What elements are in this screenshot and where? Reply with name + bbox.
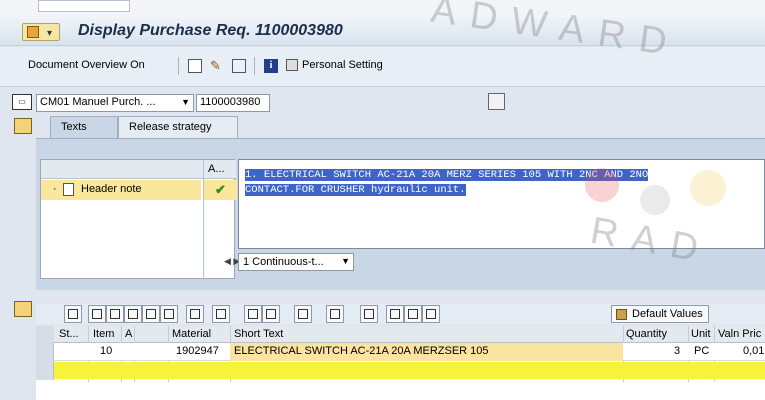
document-icon	[63, 183, 74, 196]
document-type-select[interactable]: CM01 Manuel Purch. ... ▼	[36, 94, 194, 112]
item-grid-toolbar: Default Values	[36, 304, 765, 324]
document-type-value: CM01 Manuel Purch. ...	[40, 96, 156, 108]
views-icon[interactable]	[262, 305, 280, 323]
collapse-header-icon[interactable]	[14, 118, 32, 134]
table-header: St... Item A Material Short Text Quantit…	[36, 326, 765, 343]
display-change-icon[interactable]	[232, 59, 246, 73]
header-material[interactable]: Material	[172, 328, 211, 340]
sap-menu-icon	[27, 26, 39, 38]
unit-cell[interactable]: PC	[694, 345, 709, 357]
header-short-text[interactable]: Short Text	[234, 328, 283, 340]
settings-icon	[616, 309, 627, 320]
editor-text: 1. ELECTRICAL SWITCH AC-21A 20A MERZ SER…	[245, 168, 745, 198]
header-status[interactable]: St...	[59, 328, 79, 340]
header-a[interactable]: A	[125, 328, 132, 340]
format-value: 1 Continuous-t...	[243, 256, 324, 268]
default-values-button[interactable]: Default Values	[611, 305, 709, 323]
column-header: A...	[204, 160, 236, 179]
split-icon[interactable]	[404, 305, 422, 323]
document-number-field[interactable]: 1100003980	[196, 94, 270, 112]
checkmark-icon: ✔	[204, 180, 237, 200]
tree-item-header-note[interactable]: · Header note	[41, 180, 201, 200]
header-item[interactable]: Item	[93, 328, 114, 340]
tree-item-label: Header note	[81, 183, 142, 195]
texts-panel: · Header note A... ✔ 1. ELECTRICAL SWITC…	[36, 138, 765, 290]
layout-icon[interactable]	[326, 305, 344, 323]
format-select[interactable]: 1 Continuous-t... ▼	[238, 253, 354, 271]
bullet-icon: ·	[53, 183, 57, 195]
find-next-icon[interactable]	[142, 305, 160, 323]
table-row[interactable]: 10 1902947 ELECTRICAL SWITCH AC-21A 20A …	[36, 343, 765, 361]
cart-icon[interactable]: ▭	[12, 94, 32, 110]
document-overview-button[interactable]: Document Overview On	[28, 59, 145, 71]
refresh-icon[interactable]	[488, 93, 505, 110]
chevron-down-icon: ▼	[181, 97, 190, 107]
sum-icon[interactable]	[186, 305, 204, 323]
info-icon[interactable]	[360, 305, 378, 323]
details-icon[interactable]	[64, 305, 82, 323]
text-editor[interactable]: 1. ELECTRICAL SWITCH AC-21A 20A MERZ SER…	[238, 159, 765, 249]
price-cell[interactable]: 0,01	[743, 345, 764, 357]
row-selector-column[interactable]	[36, 343, 54, 380]
text-tree: · Header note A... ✔	[40, 159, 237, 280]
delete-icon[interactable]	[422, 305, 440, 323]
default-values-label: Default Values	[632, 308, 703, 320]
toolbar-separator	[254, 57, 255, 75]
new-document-icon[interactable]	[188, 59, 202, 73]
header-quantity[interactable]: Quantity	[626, 328, 667, 340]
editor-line-2: CONTACT.FOR CRUSHER hydraulic unit.	[245, 184, 466, 196]
print-icon[interactable]	[244, 305, 262, 323]
item-cell[interactable]: 10	[100, 345, 112, 357]
chevron-down-icon: ▼	[341, 256, 350, 266]
top-icon[interactable]	[88, 305, 106, 323]
top-strip	[0, 0, 765, 18]
title-bar: ▾ Display Purchase Req. 1100003980	[0, 18, 765, 46]
settings-icon	[286, 59, 298, 71]
collapse-items-icon[interactable]	[14, 301, 32, 317]
tab-texts[interactable]: Texts	[50, 116, 118, 138]
toolbar-separator	[178, 57, 179, 75]
chevron-down-icon: ▾	[47, 28, 53, 39]
items-table: St... Item A Material Short Text Quantit…	[36, 326, 765, 400]
copy-icon[interactable]	[386, 305, 404, 323]
page-title: Display Purchase Req. 1100003980	[78, 22, 343, 39]
header-unit[interactable]: Unit	[691, 328, 711, 340]
material-cell[interactable]: 1902947	[176, 345, 219, 357]
personal-setting-button[interactable]: Personal Setting	[302, 59, 383, 71]
quantity-cell[interactable]: 3	[674, 345, 680, 357]
editor-line-1: 1. ELECTRICAL SWITCH AC-21A 20A MERZ SER…	[245, 169, 649, 181]
short-text-cell[interactable]: ELECTRICAL SWITCH AC-21A 20A MERZSER 105	[234, 345, 489, 357]
main-area: ▭ CM01 Manuel Purch. ... ▼ 1100003980 Te…	[0, 88, 765, 400]
export-icon[interactable]	[294, 305, 312, 323]
tab-release-strategy[interactable]: Release strategy	[118, 116, 238, 138]
command-field[interactable]	[38, 0, 130, 12]
subtotal-icon[interactable]	[212, 305, 230, 323]
select-all-cell[interactable]	[36, 326, 54, 343]
application-toolbar: Document Overview On ✎ i Personal Settin…	[0, 47, 765, 87]
edit-icon[interactable]: ✎	[210, 59, 224, 73]
new-entry-row[interactable]	[36, 362, 765, 379]
info-icon[interactable]: i	[264, 59, 278, 73]
system-menu-button[interactable]: ▾	[22, 23, 60, 41]
filter-icon[interactable]	[160, 305, 178, 323]
find-icon[interactable]	[124, 305, 142, 323]
header-valuation-price[interactable]: Valn Pric	[718, 328, 761, 340]
bottom-icon[interactable]	[106, 305, 124, 323]
